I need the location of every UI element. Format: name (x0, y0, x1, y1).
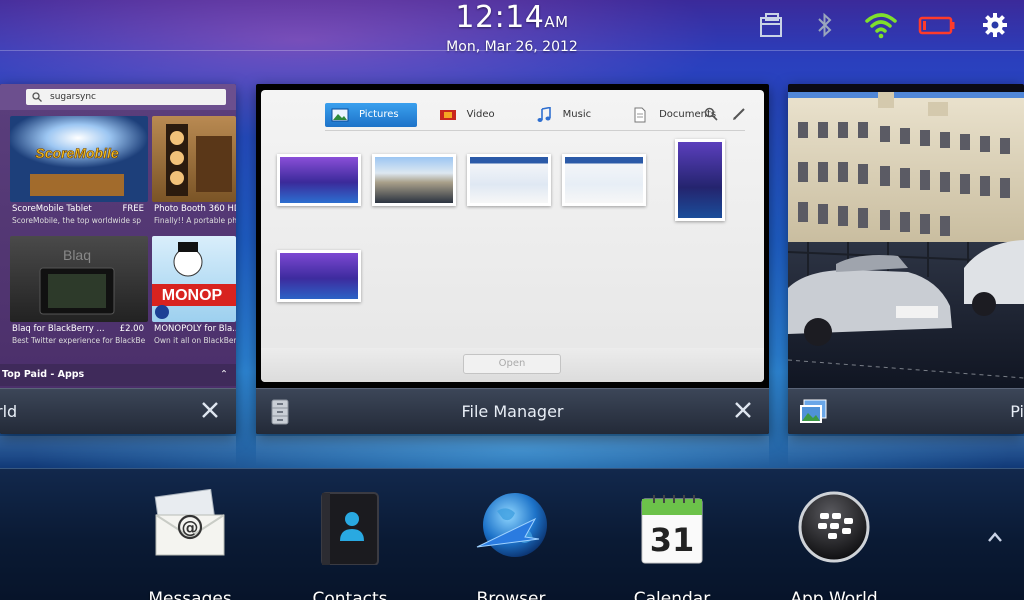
window-switch-icon[interactable] (756, 10, 786, 40)
app-tile: ScoreMobile ScoreMobile Tablet FREE Scor… (10, 116, 148, 230)
contacts-icon (312, 489, 388, 566)
tab-music[interactable]: Music (529, 103, 609, 127)
search-field: sugarsync (26, 89, 226, 105)
picture-thumbnail (467, 154, 551, 206)
app-tile: Photo Booth 360 HD Finally!! A portable … (152, 116, 236, 230)
app-tile-name: ScoreMobile Tablet (12, 204, 92, 214)
documents-icon (631, 107, 649, 123)
app-tile-desc: Own it all on BlackBerry (154, 336, 236, 345)
app-tile: Blaq Blaq for BlackBerry ... £2.00 Best … (10, 236, 148, 350)
app-tile-name: MONOPOLY for Bla... (154, 324, 236, 334)
clock-date: Mon, Mar 26, 2012 (446, 39, 578, 55)
gear-icon[interactable] (980, 10, 1010, 40)
dock-label: Contacts (312, 589, 388, 600)
search-icon (32, 92, 42, 102)
app-dock: @ Messages Contacts Browser 31 Calendar … (0, 468, 1024, 600)
app-card-pictures[interactable]: Pi (788, 84, 1024, 434)
svg-text:ScoreMobile: ScoreMobile (35, 145, 118, 161)
dock-label: App World (790, 589, 878, 600)
dock-item-app-world[interactable]: App World (776, 489, 886, 600)
edit-icon[interactable] (732, 106, 746, 120)
photo-booth-thumbnail (152, 116, 236, 202)
tab-label: Pictures (359, 109, 399, 120)
status-icons (756, 10, 1010, 40)
card-reflection (0, 436, 236, 466)
video-icon (439, 107, 457, 123)
app-card-file-manager[interactable]: Pictures Video Music Documents Open File… (256, 84, 769, 434)
tab-pictures[interactable]: Pictures (325, 103, 417, 127)
svg-text:MONOP: MONOP (162, 287, 223, 304)
tabs-divider (325, 130, 745, 131)
picture-thumbnail (372, 154, 456, 206)
file-manager-preview: Pictures Video Music Documents Open (261, 90, 764, 382)
dock-label: Calendar (633, 589, 711, 600)
browser-icon (473, 489, 549, 565)
app-tile: MONOP MONOPOLY for Bla... Own it all on … (152, 236, 236, 350)
file-manager-tabs: Pictures Video Music Documents (325, 102, 750, 128)
music-icon (535, 106, 553, 123)
close-icon[interactable] (198, 398, 222, 422)
app-world-section-header: Top Paid - Apps ⌃ (0, 364, 236, 386)
chevron-up-icon: ⌃ (220, 369, 228, 380)
calendar-icon: 31 (634, 489, 710, 565)
search-value: sugarsync (50, 92, 96, 102)
picture-thumbnail (277, 154, 361, 206)
app-tile-desc: Best Twitter experience for BlackBe (12, 336, 146, 345)
card-caption: rld (0, 388, 236, 434)
battery-icon[interactable] (918, 10, 956, 40)
dock-item-contacts[interactable]: Contacts (292, 489, 402, 600)
pictures-icon (331, 107, 349, 123)
app-tile-price: £2.00 (119, 324, 144, 334)
dock-item-browser[interactable]: Browser (453, 489, 563, 600)
section-label: Top Paid - Apps (2, 369, 85, 380)
card-caption: File Manager (256, 388, 769, 434)
card-caption: Pi (788, 388, 1024, 434)
app-world-icon (796, 489, 872, 565)
picture-thumbnail (277, 250, 361, 302)
app-world-topbar: sugarsync (0, 84, 236, 110)
scoremobile-thumbnail: ScoreMobile (10, 116, 148, 202)
app-tile-desc: Finally!! A portable photo (154, 216, 236, 225)
svg-text:Blaq: Blaq (63, 247, 91, 263)
app-tile-price: FREE (122, 204, 144, 214)
tab-label: Music (562, 109, 592, 120)
tab-video[interactable]: Video (433, 103, 513, 127)
calendar-day: 31 (650, 521, 695, 559)
messages-icon: @ (152, 488, 228, 565)
status-bar: 12:14AM Mon, Mar 26, 2012 (0, 0, 1024, 54)
card-title: Pi (1010, 402, 1024, 421)
search-icon[interactable] (704, 106, 718, 121)
card-reflection (256, 436, 769, 466)
bluetooth-icon[interactable] (810, 10, 840, 40)
open-button[interactable]: Open (463, 354, 561, 374)
app-world-preview: sugarsync ScoreMobile ScoreMobile Tablet… (0, 84, 236, 388)
clock-ampm: AM (544, 13, 569, 31)
app-tile-name: Photo Booth 360 HD (154, 204, 236, 214)
file-manager-bottom-bar: Open (261, 348, 764, 382)
chevron-up-icon[interactable] (986, 529, 1004, 543)
svg-text:@: @ (182, 518, 199, 538)
monopoly-thumbnail: MONOP (152, 236, 236, 322)
picture-thumbnail (675, 139, 725, 221)
street-photo (788, 92, 1024, 388)
dock-item-calendar[interactable]: 31 Calendar (614, 489, 724, 600)
pictures-icon (798, 398, 827, 426)
file-manager-tools (704, 106, 746, 121)
close-icon[interactable] (731, 398, 755, 422)
tab-label: Video (466, 109, 495, 120)
dock-label: Messages (148, 589, 232, 600)
wifi-icon[interactable] (864, 10, 897, 40)
app-tile-name: Blaq for BlackBerry ... (12, 324, 105, 334)
picture-thumbnail (562, 154, 646, 206)
dock-item-messages[interactable]: @ Messages (132, 488, 242, 600)
app-card-app-world[interactable]: sugarsync ScoreMobile ScoreMobile Tablet… (0, 84, 236, 434)
blaq-thumbnail: Blaq (10, 236, 148, 322)
status-divider (0, 50, 1024, 51)
card-title: File Manager (461, 402, 564, 421)
card-reflection (788, 436, 1024, 466)
app-tile-desc: ScoreMobile, the top worldwide sp (12, 216, 142, 225)
dock-label: Browser (476, 589, 546, 600)
